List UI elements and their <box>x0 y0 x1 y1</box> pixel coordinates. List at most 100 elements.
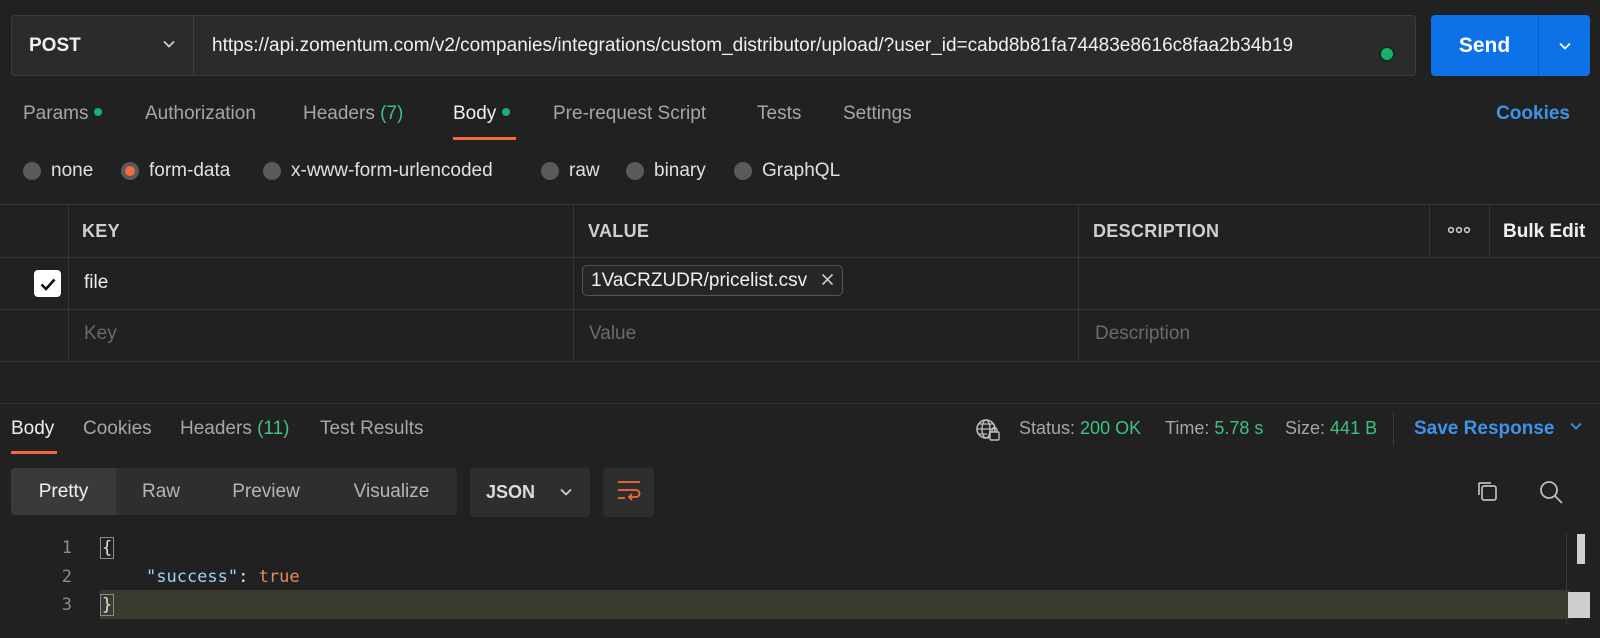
radio-circle-selected <box>121 162 139 180</box>
status-dot-icon <box>94 107 103 116</box>
tab-active-underline <box>453 137 516 140</box>
response-tab-headers-count: (11) <box>257 418 290 439</box>
json-colon: : <box>238 567 259 587</box>
scrollbar-track <box>1566 534 1567 624</box>
table-divider <box>1489 204 1490 257</box>
value-input[interactable]: Value <box>589 323 636 345</box>
network-globe-icon[interactable] <box>975 418 1001 447</box>
response-tab-test-results[interactable]: Test Results <box>320 418 423 440</box>
save-response-label: Save Response <box>1414 418 1555 439</box>
tab-settings-label: Settings <box>843 103 912 124</box>
response-tab-underline <box>11 451 57 454</box>
tab-headers[interactable]: Headers (7) <box>303 103 403 125</box>
wrap-lines-icon <box>616 479 642 506</box>
radio-graphql[interactable]: GraphQL <box>734 160 840 182</box>
file-name: 1VaCRZUDR/pricelist.csv <box>591 269 808 291</box>
remove-file-icon[interactable] <box>821 270 834 292</box>
method-select[interactable]: POST <box>11 15 193 76</box>
description-input[interactable]: Description <box>1095 323 1190 345</box>
url-text: https://api.zomentum.com/v2/companies/in… <box>212 34 1294 56</box>
cookies-link[interactable]: Cookies <box>1496 103 1570 125</box>
send-options-chevron-icon[interactable] <box>1539 38 1590 54</box>
size-value: 441 B <box>1330 418 1378 438</box>
tab-params[interactable]: Params <box>23 103 103 125</box>
radio-raw-label: raw <box>569 160 600 181</box>
table-border <box>0 361 1600 362</box>
tab-headers-label: Headers <box>303 103 375 124</box>
radio-circle <box>541 162 559 180</box>
response-tab-headers[interactable]: Headers (11) <box>180 418 290 440</box>
view-preview[interactable]: Preview <box>206 468 326 515</box>
line-number: 3 <box>61 595 72 615</box>
response-size[interactable]: Size: 441 B <box>1285 418 1377 439</box>
tab-headers-count: (7) <box>380 103 404 124</box>
view-mode-segmented: Pretty Raw Preview Visualize <box>11 468 457 515</box>
tab-authorization-label: Authorization <box>145 103 256 124</box>
radio-urlencoded[interactable]: x-www-form-urlencoded <box>263 160 493 182</box>
radio-raw[interactable]: raw <box>541 160 600 182</box>
format-select[interactable]: JSON <box>470 468 590 517</box>
method-label: POST <box>29 34 81 56</box>
wrap-lines-button[interactable] <box>603 468 654 517</box>
response-tab-cookies[interactable]: Cookies <box>83 418 152 440</box>
send-button[interactable]: Send <box>1431 15 1590 76</box>
tab-pre-request-label: Pre-request Script <box>553 103 707 124</box>
bulk-edit-button[interactable]: Bulk Edit <box>1503 221 1585 243</box>
unsaved-dot-icon <box>1379 46 1395 62</box>
tab-pre-request-script[interactable]: Pre-request Script <box>553 103 706 125</box>
copy-icon[interactable] <box>1475 479 1499 508</box>
more-options-icon[interactable] <box>1447 222 1471 243</box>
row-enabled-checkbox[interactable] <box>34 270 61 297</box>
radio-none-label: none <box>51 160 94 181</box>
tab-tests[interactable]: Tests <box>757 103 801 125</box>
key-input[interactable]: Key <box>84 323 117 345</box>
line-number: 1 <box>61 538 72 558</box>
tab-authorization[interactable]: Authorization <box>145 103 256 125</box>
time-value: 5.78 s <box>1214 418 1264 438</box>
tab-body-label: Body <box>453 103 497 124</box>
status-label: Status: <box>1019 418 1076 438</box>
response-tab-body[interactable]: Body <box>11 418 54 440</box>
panel-divider <box>0 403 1600 404</box>
view-pretty[interactable]: Pretty <box>11 468 116 515</box>
status-dot-icon <box>502 107 511 116</box>
status-value: 200 OK <box>1080 418 1142 438</box>
radio-circle <box>626 162 644 180</box>
view-raw[interactable]: Raw <box>116 468 206 515</box>
view-visualize[interactable]: Visualize <box>326 468 457 515</box>
radio-circle <box>734 162 752 180</box>
code-line-3[interactable]: } <box>100 594 115 616</box>
json-key: "success" <box>146 567 239 587</box>
radio-binary-label: binary <box>654 160 706 181</box>
code-line-1[interactable]: { <box>100 537 115 559</box>
radio-graphql-label: GraphQL <box>762 160 841 181</box>
response-tab-headers-label: Headers <box>180 418 252 439</box>
tab-tests-label: Tests <box>757 103 802 124</box>
tab-body[interactable]: Body <box>453 103 511 125</box>
row-key[interactable]: file <box>84 272 108 294</box>
radio-binary[interactable]: binary <box>626 160 706 182</box>
radio-urlencoded-label: x-www-form-urlencoded <box>291 160 493 181</box>
url-input[interactable]: https://api.zomentum.com/v2/companies/in… <box>193 15 1416 76</box>
column-header-description: DESCRIPTION <box>1093 221 1220 241</box>
scrollbar-marker[interactable] <box>1568 592 1590 618</box>
current-line-highlight <box>100 590 1570 619</box>
radio-form-data-label: form-data <box>149 160 231 181</box>
radio-circle <box>263 162 281 180</box>
tab-settings[interactable]: Settings <box>843 103 912 125</box>
code-line-2[interactable]: "success": true <box>146 567 300 587</box>
response-status[interactable]: Status: 200 OK <box>1019 418 1141 439</box>
table-divider <box>573 204 574 361</box>
response-time[interactable]: Time: 5.78 s <box>1165 418 1263 439</box>
radio-form-data[interactable]: form-data <box>121 160 230 182</box>
column-header-value: VALUE <box>588 221 650 241</box>
scrollbar-thumb[interactable] <box>1577 534 1585 564</box>
format-label: JSON <box>486 482 536 502</box>
table-divider <box>1429 204 1430 257</box>
save-response-button[interactable]: Save Response <box>1414 418 1584 440</box>
file-chip[interactable]: 1VaCRZUDR/pricelist.csv <box>582 265 844 296</box>
search-icon[interactable] <box>1538 479 1564 510</box>
table-border <box>0 309 1600 310</box>
radio-none[interactable]: none <box>23 160 93 182</box>
open-brace: { <box>100 537 115 559</box>
